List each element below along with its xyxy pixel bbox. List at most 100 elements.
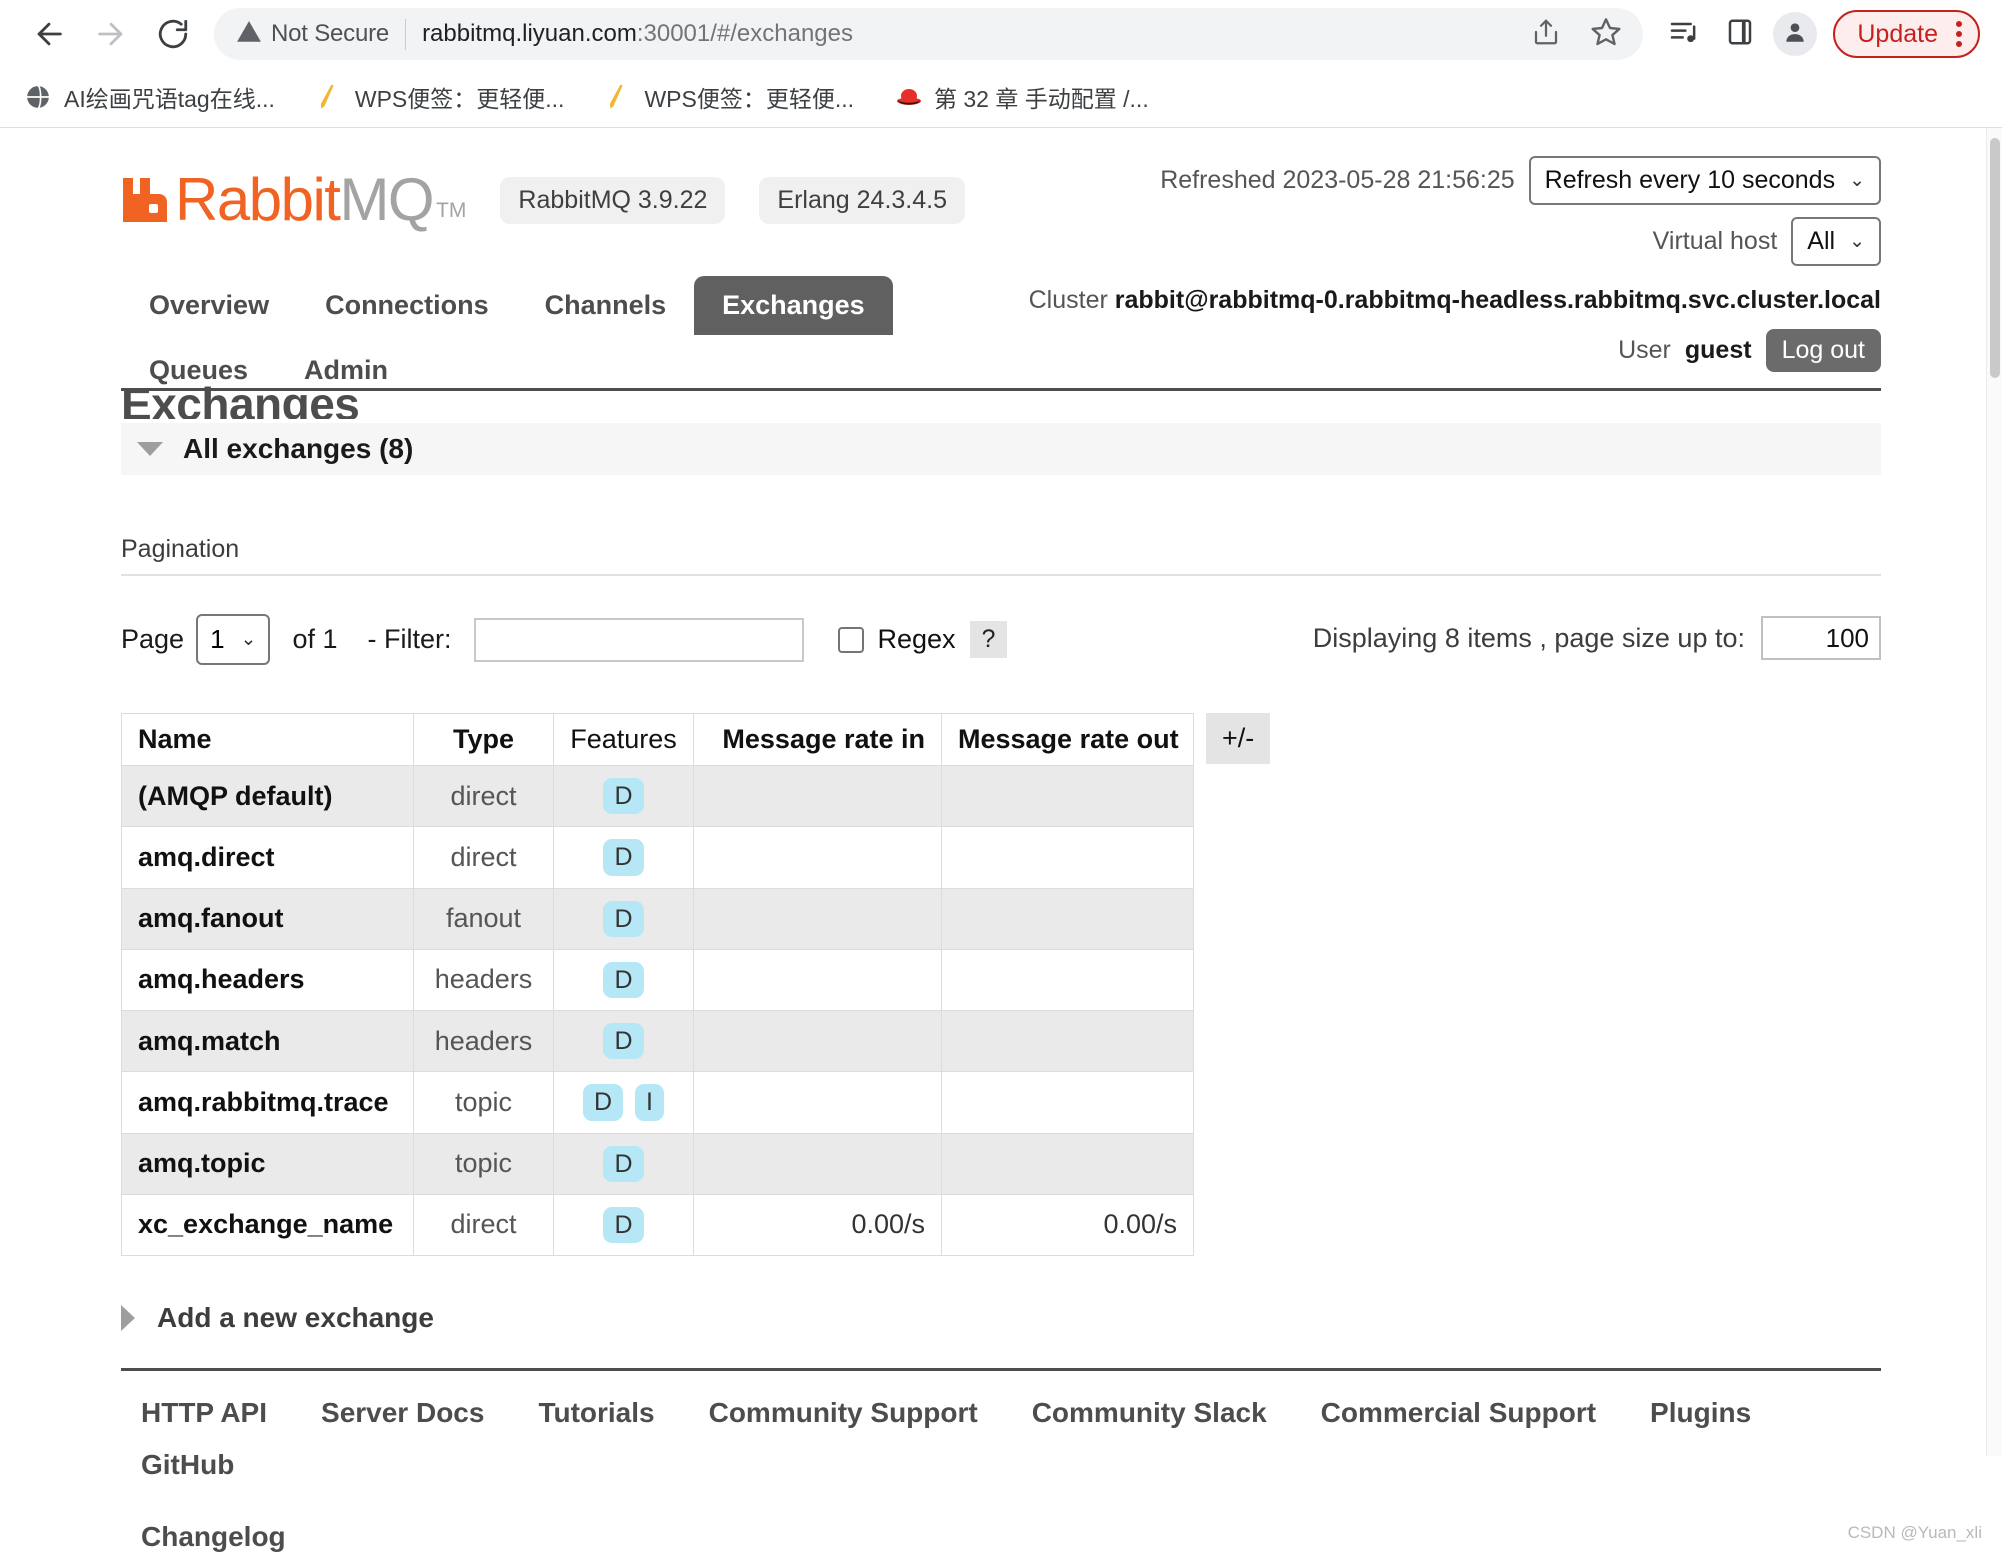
address-bar[interactable]: Not Secure rabbitmq.liyuan.com:30001/#/e… [214,8,1644,60]
share-button[interactable] [1523,11,1569,57]
cell-rate-out: 0.00/s [941,1193,1194,1257]
cell-name[interactable]: amq.fanout [121,887,414,950]
footer-link-plugins[interactable]: Plugins [1650,1397,1751,1429]
tab-channels[interactable]: Channels [517,276,695,335]
reload-button[interactable] [146,7,200,61]
column-header-features: Features [553,713,694,766]
tab-queues[interactable]: Queues [121,341,276,400]
bookmark-item[interactable]: WPS便签：更轻便... [604,80,854,114]
cell-name[interactable]: amq.headers [121,948,414,1012]
table-row[interactable]: (AMQP default) direct D [121,764,1194,828]
all-exchanges-section-header[interactable]: All exchanges (8) [121,423,1881,475]
footer-link-changelog[interactable]: Changelog [141,1521,286,1553]
page-scrollbar[interactable] [1986,128,2002,1456]
table-row[interactable]: amq.rabbitmq.trace topic DI [121,1071,1194,1134]
footer-link-http-api[interactable]: HTTP API [141,1397,267,1429]
table-row[interactable]: xc_exchange_name direct D 0.00/s 0.00/s [121,1193,1194,1257]
bookmark-label: WPS便签：更轻便... [354,86,565,112]
page-total-label: of 1 [292,624,338,654]
side-panel-icon [1725,17,1755,52]
profile-button[interactable] [1773,12,1818,56]
cell-name[interactable]: amq.rabbitmq.trace [121,1071,414,1134]
displaying-items-label: Displaying 8 items , page size up to: [1312,622,1745,653]
cell-name[interactable]: amq.topic [121,1132,414,1195]
tab-exchanges[interactable]: Exchanges [694,276,893,335]
cluster-info: Cluster rabbit@rabbitmq-0.rabbitmq-headl… [1029,286,1881,315]
feature-badge: D [603,1145,644,1182]
refresh-interval-select[interactable]: Refresh every 10 seconds ⌄ [1528,156,1881,205]
cell-rate-in [693,1009,942,1073]
omnibox-actions [1523,8,1629,60]
page-footer: HTTP API Server Docs Tutorials Community… [121,1368,1881,1553]
cell-rate-out [941,1071,1194,1134]
table-header-row: Name Type Features Message rate in Messa… [121,713,1194,766]
scrollbar-thumb[interactable] [1990,138,2000,378]
footer-link-server-docs[interactable]: Server Docs [321,1397,484,1429]
regex-label: Regex [877,624,956,654]
column-header-type[interactable]: Type [413,713,554,766]
column-header-message-rate-out[interactable]: Message rate out [941,713,1194,766]
reading-list-button[interactable] [1661,11,1707,57]
footer-link-commercial-support[interactable]: Commercial Support [1321,1397,1596,1429]
page-number-value: 1 [210,624,225,654]
footer-link-community-slack[interactable]: Community Slack [1032,1397,1267,1429]
cell-type: topic [413,1132,554,1195]
cell-rate-out [941,948,1194,1012]
side-panel-button[interactable] [1717,11,1763,57]
column-header-message-rate-in[interactable]: Message rate in [693,713,942,766]
feature-badge: D [603,1206,644,1243]
tab-admin[interactable]: Admin [276,341,416,400]
cell-features: D [553,1193,694,1257]
tab-overview[interactable]: Overview [121,276,297,335]
forward-button[interactable] [84,7,138,61]
bookmark-label: 第 32 章 手动配置 /... [934,86,1149,112]
table-row[interactable]: amq.headers headers D [121,948,1194,1012]
exchanges-table-body: (AMQP default) direct D amq.direct direc… [121,764,1194,1257]
security-indicator[interactable]: Not Secure [236,18,407,50]
table-row[interactable]: amq.direct direct D [121,826,1194,889]
rabbitmq-management-page: RabbitMQ TM RabbitMQ 3.9.22 Erlang 24.3.… [0,128,2002,1553]
feature-badge: D [603,900,644,937]
user-label: User [1618,336,1671,364]
browser-toolbar: Not Secure rabbitmq.liyuan.com:30001/#/e… [0,0,2002,68]
cell-type: fanout [413,887,554,950]
log-out-button[interactable]: Log out [1765,329,1881,372]
regex-help-button[interactable]: ? [969,621,1008,658]
cell-name[interactable]: amq.match [121,1009,414,1073]
bookmark-button[interactable] [1583,11,1629,57]
cell-name[interactable]: xc_exchange_name [121,1193,414,1257]
feature-badge: D [603,1023,644,1060]
bookmark-item[interactable]: WPS便签：更轻便... [315,80,565,114]
filter-input[interactable] [473,617,804,662]
table-row[interactable]: amq.fanout fanout D [121,887,1194,950]
kebab-menu-icon[interactable] [1948,21,1970,47]
cell-name[interactable]: amq.direct [121,826,414,889]
back-button[interactable] [22,7,76,61]
add-exchange-section[interactable]: Add a new exchange [121,1302,1881,1334]
toggle-columns-button[interactable]: +/- [1206,713,1271,764]
browser-chrome: Not Secure rabbitmq.liyuan.com:30001/#/e… [0,0,2002,128]
brand-row: RabbitMQ TM RabbitMQ 3.9.22 Erlang 24.3.… [121,168,965,230]
arrow-right-icon [94,17,128,51]
page-number-select[interactable]: 1 ⌄ [196,614,271,665]
cell-name[interactable]: (AMQP default) [121,764,414,828]
table-row[interactable]: amq.match headers D [121,1009,1194,1073]
rabbitmq-logo[interactable]: RabbitMQ TM [121,168,466,230]
page-size-input[interactable]: 100 [1761,616,1881,660]
bookmark-item[interactable]: AI绘画咒语tag在线... [24,80,275,114]
warning-triangle-icon [236,19,262,50]
table-row[interactable]: amq.topic topic D [121,1132,1194,1195]
regex-checkbox[interactable] [837,626,864,653]
cell-rate-in: 0.00/s [693,1193,942,1257]
update-button[interactable]: Update [1833,10,1980,58]
footer-link-community-support[interactable]: Community Support [709,1397,978,1429]
footer-link-github[interactable]: GitHub [141,1449,234,1481]
pagination-controls: Page 1 ⌄ of 1 - Filter: Regex ? Displayi… [121,614,1881,665]
tab-connections[interactable]: Connections [297,276,517,335]
column-header-name[interactable]: Name [121,713,414,766]
feature-badge: D [582,1084,624,1121]
footer-link-tutorials[interactable]: Tutorials [538,1397,654,1429]
app-header: RabbitMQ TM RabbitMQ 3.9.22 Erlang 24.3.… [101,128,1901,388]
virtual-host-select[interactable]: All ⌄ [1791,217,1881,266]
bookmark-item[interactable]: 第 32 章 手动配置 /... [894,80,1149,114]
